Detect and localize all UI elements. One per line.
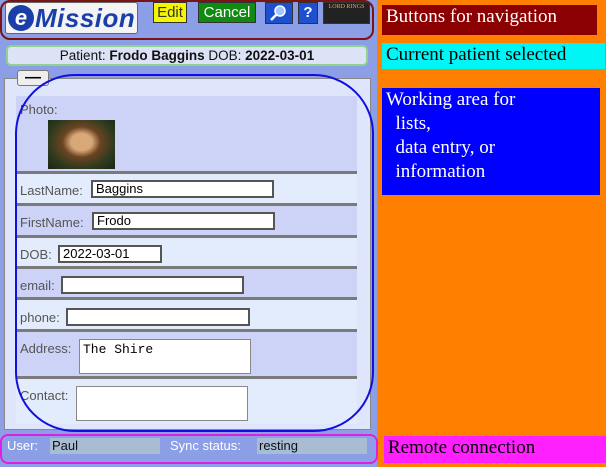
email-row: email: xyxy=(16,269,357,300)
app-window: e Mission Edit Cancel ? LORD RINGS Patie… xyxy=(0,0,377,467)
annotation-working-line: information xyxy=(386,161,486,182)
user-label: User: xyxy=(7,438,39,453)
annotation-working-line: lists, xyxy=(386,113,431,134)
patient-name: Frodo Baggins xyxy=(109,48,205,63)
dob-row: DOB: 2022-03-01 xyxy=(16,238,357,269)
logo-e-icon: e xyxy=(8,5,34,31)
annotation-remote-connection: Remote connection xyxy=(384,436,606,463)
contact-label: Contact: xyxy=(20,388,69,403)
dob-label: DOB: xyxy=(20,247,52,262)
contact-textarea[interactable] xyxy=(76,386,248,421)
phone-input[interactable] xyxy=(66,308,250,326)
email-input[interactable] xyxy=(61,276,244,294)
contact-row: Contact: xyxy=(16,379,357,424)
dob-input[interactable]: 2022-03-01 xyxy=(58,245,162,263)
lotr-button[interactable]: LORD RINGS xyxy=(323,2,370,24)
lastname-input[interactable]: Baggins xyxy=(91,180,274,198)
firstname-label: FirstName: xyxy=(20,215,84,230)
photo-row: Photo: xyxy=(16,96,357,174)
annotation-current-patient: Current patient selected xyxy=(382,43,605,69)
logo-text: Mission xyxy=(35,2,136,33)
lastname-row: LastName: Baggins xyxy=(16,174,357,206)
address-row: Address: The Shire xyxy=(16,332,357,379)
emission-logo[interactable]: e Mission xyxy=(5,2,138,34)
sync-status-field: resting xyxy=(257,438,367,454)
patient-prefix: Patient: xyxy=(59,48,106,63)
annotation-navigation: Buttons for navigation xyxy=(382,5,597,35)
cancel-button[interactable]: Cancel xyxy=(198,2,256,23)
help-button[interactable]: ? xyxy=(298,2,318,24)
sync-label: Sync status: xyxy=(170,438,241,453)
collapse-button[interactable]: — xyxy=(17,70,49,86)
patient-dob-label: DOB: xyxy=(208,48,242,63)
address-textarea[interactable]: The Shire xyxy=(79,339,251,374)
annotation-working-area: Working area for lists, data entry, or i… xyxy=(382,88,600,195)
annotation-working-line: data entry, or xyxy=(386,137,496,158)
email-label: email: xyxy=(20,278,55,293)
annotation-working-line: Working area for xyxy=(386,89,516,110)
user-field: Paul xyxy=(50,438,160,454)
firstname-row: FirstName: Frodo xyxy=(16,206,357,238)
current-patient-bar: Patient: Frodo Baggins DOB: 2022-03-01 xyxy=(6,45,368,66)
patient-photo xyxy=(48,120,115,169)
address-label: Address: xyxy=(20,341,72,356)
lastname-label: LastName: xyxy=(20,183,83,198)
lotr-logo: LORD RINGS xyxy=(328,4,365,10)
patient-dob: 2022-03-01 xyxy=(245,48,315,63)
photo-label: Photo: xyxy=(20,102,58,117)
phone-row: phone: xyxy=(16,300,357,332)
patient-form: Photo: LastName: Baggins FirstName: Frod… xyxy=(16,96,357,424)
magnifier-icon xyxy=(270,5,286,21)
search-button[interactable] xyxy=(265,2,293,24)
firstname-input[interactable]: Frodo xyxy=(92,212,275,230)
edit-button[interactable]: Edit xyxy=(153,2,187,23)
phone-label: phone: xyxy=(20,310,60,325)
